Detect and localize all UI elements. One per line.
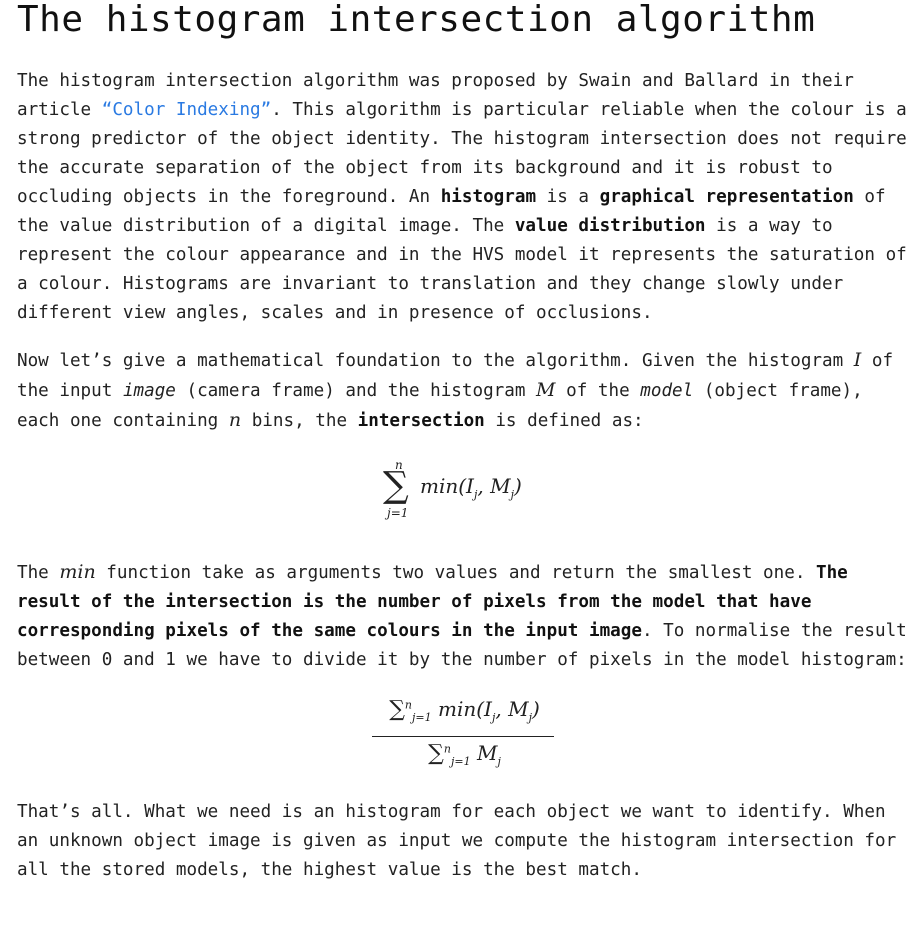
- bold-term: value distribution: [514, 216, 706, 236]
- bold-term: intersection: [357, 411, 485, 431]
- italic-term: image: [122, 381, 176, 401]
- article: The histogram intersection algorithm The…: [17, 0, 912, 885]
- sum-lower-limit: j=1: [387, 506, 409, 520]
- color-indexing-link[interactable]: “Color Indexing”: [102, 100, 271, 120]
- page-title: The histogram intersection algorithm: [17, 0, 816, 40]
- sum-symbol: ∑: [383, 465, 409, 506]
- text: (camera frame) and the histogram: [175, 381, 537, 401]
- math-var: n: [228, 409, 242, 431]
- italic-term: model: [640, 381, 694, 401]
- bold-term: histogram: [440, 187, 537, 207]
- text: of the: [555, 381, 641, 401]
- text: The: [17, 563, 60, 583]
- text: function take as arguments two values an…: [95, 563, 816, 583]
- fraction-bar: [372, 736, 554, 737]
- formula-body: min(Ij, Mj): [420, 474, 522, 501]
- bold-term: graphical representation: [599, 187, 854, 207]
- normalized-intersection-formula: ∑nj=1 min(Ij, Mj) ∑nj=1 Mj: [17, 675, 912, 798]
- text: Now let’s give a mathematical foundation…: [17, 351, 854, 371]
- intersection-formula: n ∑ j=1 min(Ij, Mj): [17, 436, 912, 558]
- fraction-numerator: ∑nj=1 min(Ij, Mj): [389, 697, 540, 724]
- min-function-paragraph: The min function take as arguments two v…: [17, 558, 912, 675]
- math-foundation-paragraph: Now let’s give a mathematical foundation…: [17, 346, 912, 436]
- text: bins, the: [241, 411, 358, 431]
- math-var: min: [59, 561, 96, 583]
- intro-paragraph: The histogram intersection algorithm was…: [17, 67, 912, 328]
- conclusion-paragraph: That’s all. What we need is an histogram…: [17, 802, 897, 880]
- text: is a: [536, 187, 600, 207]
- math-var: M: [536, 379, 556, 401]
- text: is defined as:: [484, 411, 644, 431]
- fraction-denominator: ∑nj=1 Mj: [428, 741, 501, 768]
